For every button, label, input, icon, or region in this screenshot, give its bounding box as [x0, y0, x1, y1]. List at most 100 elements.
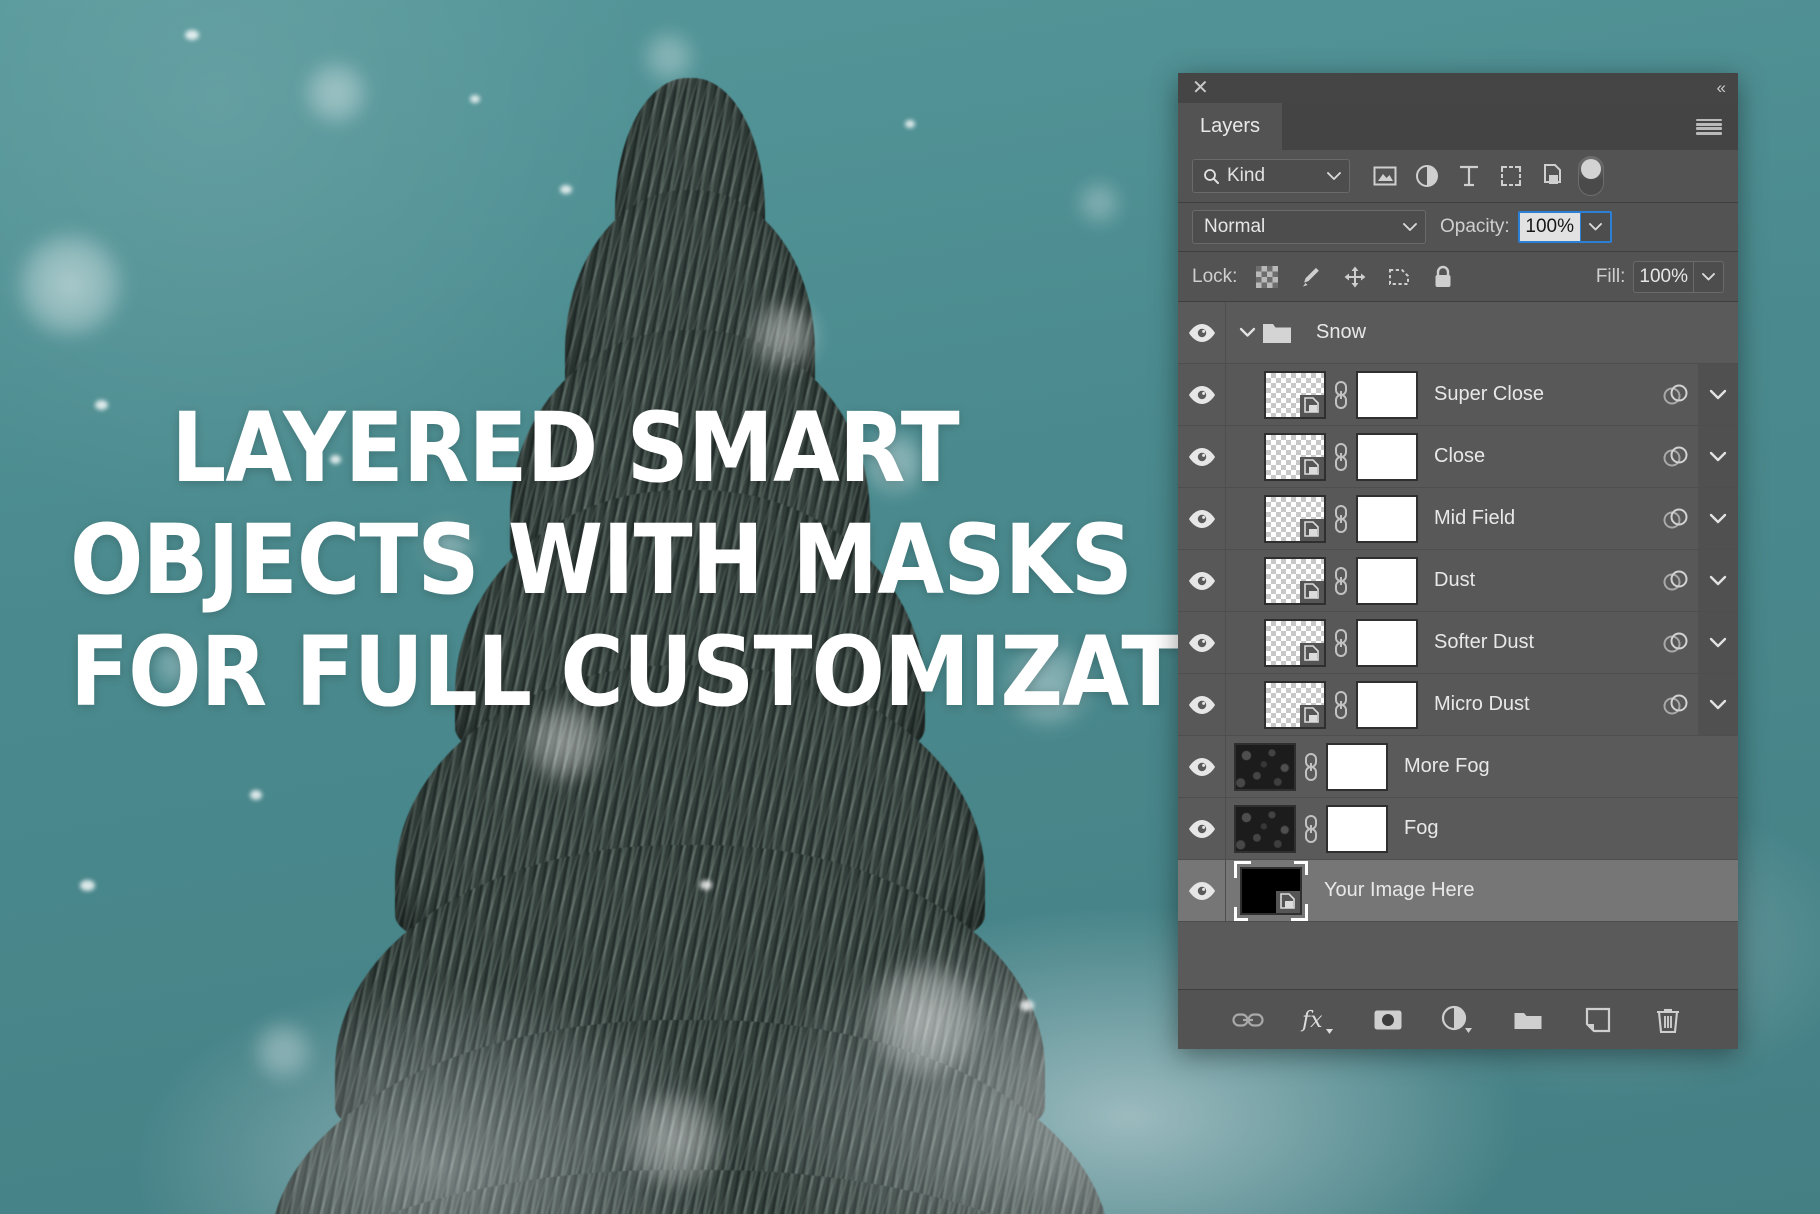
layer-mask-thumbnail[interactable] — [1356, 680, 1418, 729]
link-layers-button[interactable] — [1230, 1002, 1266, 1038]
layer-name[interactable]: Fog — [1404, 817, 1698, 840]
layer-row-body[interactable]: Snow — [1226, 302, 1698, 363]
layer-visibility-toggle[interactable] — [1178, 736, 1226, 797]
layer-name[interactable]: Close — [1434, 445, 1654, 468]
fill-field[interactable]: 100% — [1633, 260, 1724, 293]
new-group-button[interactable] — [1510, 1002, 1546, 1038]
layer-row-body[interactable]: More Fog — [1226, 736, 1698, 797]
opacity-stepper-chevron-down-icon[interactable] — [1579, 213, 1610, 241]
blend-mode-dropdown[interactable]: Normal — [1192, 210, 1426, 244]
fill-stepper-chevron-down-icon[interactable] — [1693, 261, 1723, 292]
smart-filters-icon[interactable] — [1654, 630, 1698, 656]
layer-row[interactable]: Micro Dust — [1178, 674, 1738, 736]
opacity-value[interactable]: 100% — [1519, 213, 1580, 241]
fill-value[interactable]: 100% — [1634, 262, 1693, 292]
layer-mask-thumbnail[interactable] — [1326, 804, 1388, 853]
layer-row[interactable]: Dust — [1178, 550, 1738, 612]
layer-row[interactable]: More Fog — [1178, 736, 1738, 798]
add-layer-mask-button[interactable] — [1370, 1002, 1406, 1038]
mask-link-icon[interactable] — [1326, 380, 1356, 410]
lock-image-pixels-icon[interactable] — [1289, 257, 1333, 297]
layer-row[interactable]: Softer Dust — [1178, 612, 1738, 674]
layer-list[interactable]: Snow Super Close Close Mid Field Dust Softer … — [1178, 302, 1738, 989]
layer-name[interactable]: Softer Dust — [1434, 631, 1654, 654]
layer-mask-thumbnail[interactable] — [1326, 742, 1388, 791]
mask-link-icon[interactable] — [1326, 628, 1356, 658]
layer-thumbnail[interactable] — [1264, 432, 1326, 481]
delete-layer-button[interactable] — [1650, 1002, 1686, 1038]
layer-visibility-toggle[interactable] — [1178, 674, 1226, 735]
mask-link-icon[interactable] — [1296, 814, 1326, 844]
filter-shape-icon[interactable] — [1490, 156, 1532, 196]
mask-link-icon[interactable] — [1326, 504, 1356, 534]
layer-row[interactable]: Snow — [1178, 302, 1738, 364]
layer-visibility-toggle[interactable] — [1178, 612, 1226, 673]
layer-row-body[interactable]: Close — [1226, 426, 1698, 487]
layer-mask-thumbnail[interactable] — [1356, 494, 1418, 543]
layer-row[interactable]: Super Close — [1178, 364, 1738, 426]
layer-visibility-toggle[interactable] — [1178, 798, 1226, 859]
smart-filters-icon[interactable] — [1654, 382, 1698, 408]
panel-menu-icon[interactable] — [1696, 118, 1722, 135]
layer-visibility-toggle[interactable] — [1178, 860, 1226, 921]
collapse-double-chevron-icon[interactable]: « — [1717, 78, 1727, 98]
layer-row[interactable]: Close — [1178, 426, 1738, 488]
layer-expand-chevron-icon[interactable] — [1698, 612, 1738, 673]
layer-mask-thumbnail[interactable] — [1356, 370, 1418, 419]
layer-name[interactable]: Micro Dust — [1434, 693, 1654, 716]
layer-name[interactable]: Super Close — [1434, 383, 1654, 406]
layer-row[interactable]: Fog — [1178, 798, 1738, 860]
layer-mask-thumbnail[interactable] — [1356, 432, 1418, 481]
layer-visibility-toggle[interactable] — [1178, 488, 1226, 549]
new-adjustment-layer-button[interactable] — [1440, 1002, 1476, 1038]
filter-smartobject-icon[interactable] — [1532, 156, 1574, 196]
layer-expand-chevron-icon[interactable] — [1698, 488, 1738, 549]
layer-style-button[interactable]: fx — [1300, 1002, 1336, 1038]
new-layer-button[interactable] — [1580, 1002, 1616, 1038]
layer-thumbnail[interactable] — [1264, 494, 1326, 543]
layer-thumbnail[interactable] — [1234, 804, 1296, 853]
layer-name[interactable]: Mid Field — [1434, 507, 1654, 530]
lock-artboard-nesting-icon[interactable] — [1377, 257, 1421, 297]
layer-row-body[interactable]: Softer Dust — [1226, 612, 1698, 673]
mask-link-icon[interactable] — [1296, 752, 1326, 782]
layer-visibility-toggle[interactable] — [1178, 550, 1226, 611]
layer-expand-chevron-icon[interactable] — [1698, 364, 1738, 425]
layer-expand-chevron-icon[interactable] — [1698, 550, 1738, 611]
filter-enable-toggle[interactable] — [1578, 156, 1604, 196]
layer-thumbnail[interactable] — [1264, 370, 1326, 419]
layer-thumbnail[interactable] — [1264, 556, 1326, 605]
layer-thumbnail[interactable] — [1234, 742, 1296, 791]
layer-row-body[interactable]: Dust — [1226, 550, 1698, 611]
layer-thumbnail[interactable] — [1264, 680, 1326, 729]
smart-filters-icon[interactable] — [1654, 692, 1698, 718]
smart-filters-icon[interactable] — [1654, 444, 1698, 470]
layer-mask-thumbnail[interactable] — [1356, 618, 1418, 667]
smart-filters-icon[interactable] — [1654, 506, 1698, 532]
filter-pixel-icon[interactable] — [1364, 156, 1406, 196]
tab-layers[interactable]: Layers — [1178, 103, 1283, 150]
layer-visibility-toggle[interactable] — [1178, 364, 1226, 425]
layer-name[interactable]: Dust — [1434, 569, 1654, 592]
layer-row-body[interactable]: Micro Dust — [1226, 674, 1698, 735]
layer-visibility-toggle[interactable] — [1178, 426, 1226, 487]
lock-all-icon[interactable] — [1421, 257, 1465, 297]
smart-filters-icon[interactable] — [1654, 568, 1698, 594]
layer-expand-chevron-icon[interactable] — [1698, 674, 1738, 735]
layer-name[interactable]: Your Image Here — [1324, 879, 1698, 902]
layer-thumbnail[interactable] — [1264, 618, 1326, 667]
close-icon[interactable]: ✕ — [1192, 78, 1209, 98]
mask-link-icon[interactable] — [1326, 690, 1356, 720]
mask-link-icon[interactable] — [1326, 442, 1356, 472]
layer-row-body[interactable]: Fog — [1226, 798, 1698, 859]
layer-row-body[interactable]: Your Image Here — [1226, 860, 1698, 921]
lock-position-icon[interactable] — [1333, 257, 1377, 297]
layer-row[interactable]: Mid Field — [1178, 488, 1738, 550]
layer-thumbnail[interactable] — [1234, 860, 1308, 921]
layer-row-body[interactable]: Super Close — [1226, 364, 1698, 425]
filter-type-icon[interactable] — [1448, 156, 1490, 196]
layer-name[interactable]: Snow — [1316, 321, 1698, 344]
layer-expand-chevron-icon[interactable] — [1698, 426, 1738, 487]
opacity-field[interactable]: 100% — [1517, 211, 1612, 243]
layer-row-body[interactable]: Mid Field — [1226, 488, 1698, 549]
